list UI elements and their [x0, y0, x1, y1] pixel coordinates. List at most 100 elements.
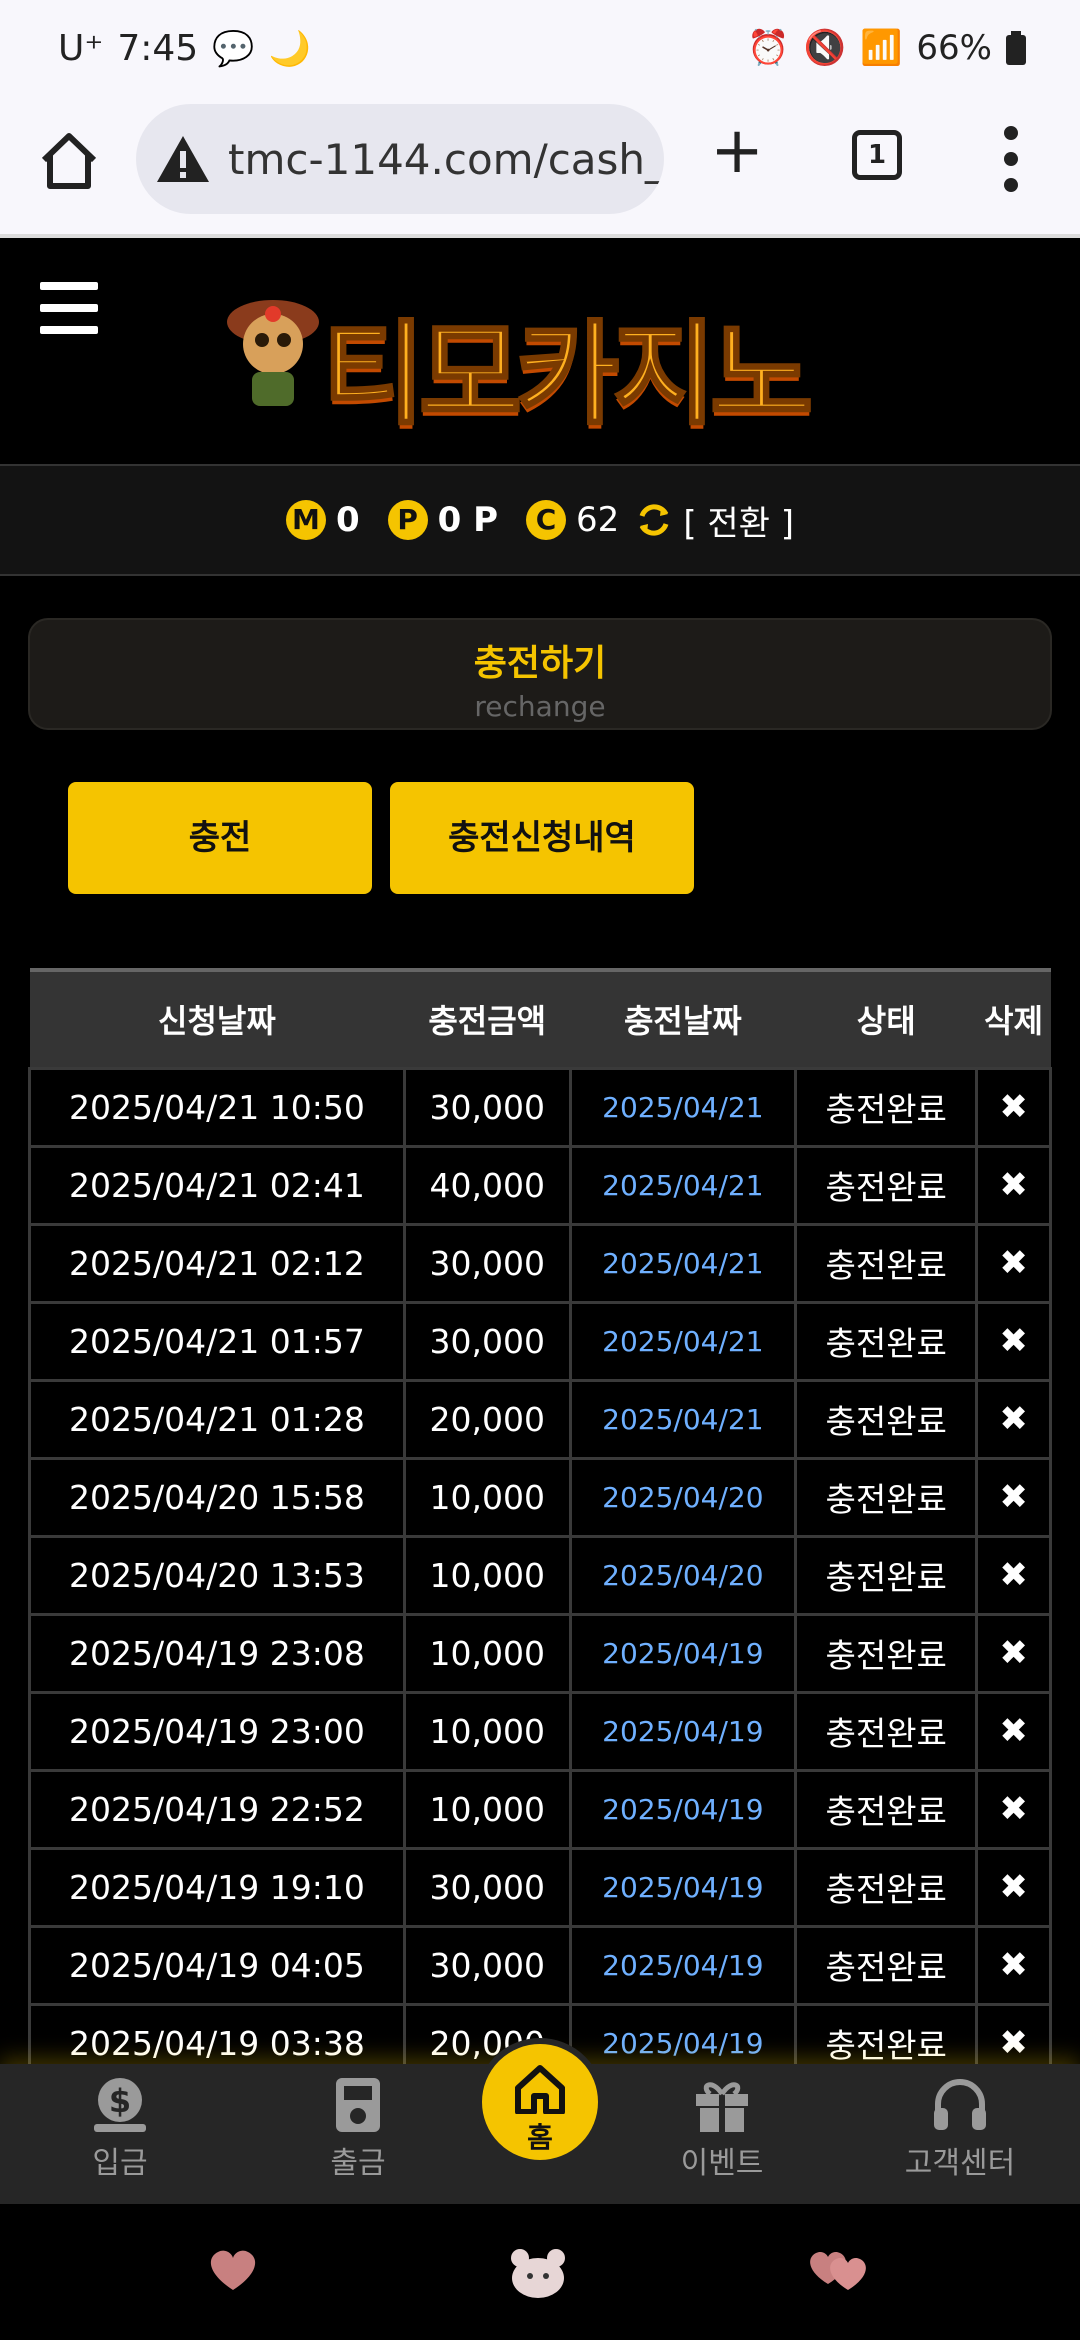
cell-status: 충전완료 — [794, 1378, 979, 1460]
nav-event-label: 이벤트 — [680, 2146, 764, 2181]
delete-icon[interactable]: ✖ — [975, 1690, 1052, 1772]
cell-charge-date: 2025/04/21 — [568, 1144, 798, 1226]
cell-request-date: 2025/04/20 15:58 — [28, 1456, 406, 1538]
cell-status: 충전완료 — [794, 1534, 979, 1616]
cell-charge-date: 2025/04/21 — [568, 1222, 798, 1304]
cell-request-date: 2025/04/19 23:08 — [28, 1612, 406, 1694]
delete-icon[interactable]: ✖ — [975, 1222, 1052, 1304]
header-delete: 삭제 — [976, 968, 1051, 1068]
nav-withdraw-label: 출금 — [330, 2146, 386, 2181]
money-value: 0 — [335, 500, 360, 540]
cell-charge-date: 2025/04/21 — [568, 1300, 798, 1382]
refresh-icon[interactable] — [635, 501, 673, 539]
warning-icon[interactable] — [154, 133, 212, 185]
cell-request-date: 2025/04/19 23:00 — [28, 1690, 406, 1772]
cell-amount: 10,000 — [402, 1534, 572, 1616]
point-value: 0 P — [437, 500, 499, 540]
cell-charge-date: 2025/04/19 — [568, 1924, 798, 2006]
delete-icon[interactable]: ✖ — [975, 1144, 1052, 1226]
cell-charge-date: 2025/04/19 — [568, 1612, 798, 1694]
casino-value: 62 — [576, 500, 620, 540]
delete-icon[interactable]: ✖ — [975, 1924, 1052, 2006]
withdraw-icon — [336, 2078, 380, 2132]
cell-request-date: 2025/04/19 22:52 — [28, 1768, 406, 1850]
logo-wordmark: 티모카지노 — [320, 309, 814, 442]
table-row: 2025/04/19 19:10 30,000 2025/04/19 충전완료 ✖ — [28, 1846, 1052, 1928]
nav-home[interactable]: 홈 — [476, 2038, 604, 2166]
cell-amount: 10,000 — [402, 1768, 572, 1850]
table-row: 2025/04/19 04:05 30,000 2025/04/19 충전완료 ✖ — [28, 1924, 1052, 2006]
cell-charge-date: 2025/04/21 — [568, 1066, 798, 1148]
moon-icon: 🌙 — [268, 28, 311, 69]
cell-status: 충전완료 — [794, 1456, 979, 1538]
clock: 7:45 — [117, 28, 199, 69]
page-title-panel: 충전하기 rechange — [28, 618, 1052, 730]
header-status: 상태 — [795, 968, 977, 1068]
table-row: 2025/04/21 01:28 20,000 2025/04/21 충전완료 ✖ — [28, 1378, 1052, 1460]
table-row: 2025/04/21 01:57 30,000 2025/04/21 충전완료 ✖ — [28, 1300, 1052, 1382]
site-logo[interactable]: 티모카지노 — [218, 282, 838, 442]
delete-icon[interactable]: ✖ — [975, 1612, 1052, 1694]
delete-icon[interactable]: ✖ — [975, 1300, 1052, 1382]
header-charge-date: 충전날짜 — [570, 968, 796, 1068]
url-text[interactable]: tmc-1144.com/cash_ — [228, 135, 664, 184]
charge-history-tab-button[interactable]: 충전신청내역 — [390, 782, 694, 894]
cell-charge-date: 2025/04/21 — [568, 1378, 798, 1460]
status-bar: U⁺ 7:45 💬 🌙 ⏰ 🔇 📶 66% — [0, 0, 1080, 100]
site-header: 티모카지노 — [0, 242, 1080, 464]
delete-icon[interactable]: ✖ — [975, 1066, 1052, 1148]
table-row: 2025/04/21 10:50 30,000 2025/04/21 충전완료 ✖ — [28, 1066, 1052, 1148]
browser-home-icon[interactable] — [36, 128, 102, 194]
mascot-icon — [227, 300, 319, 406]
cell-status: 충전완료 — [794, 1768, 979, 1850]
balance-bar: M 0 P 0 P C 62 [ 전환 ] — [0, 464, 1080, 576]
cell-status: 충전완료 — [794, 1300, 979, 1382]
tab-switcher-button[interactable]: 1 — [852, 130, 902, 180]
bottom-navigation: $ 입금 출금 홈 이벤트 고객센터 — [0, 2038, 1080, 2204]
delete-icon[interactable]: ✖ — [975, 1534, 1052, 1616]
cell-amount: 30,000 — [402, 1222, 572, 1304]
double-heart-icon[interactable] — [804, 2244, 874, 2294]
cell-amount: 10,000 — [402, 1456, 572, 1538]
cell-charge-date: 2025/04/19 — [568, 2002, 798, 2064]
delete-icon[interactable]: ✖ — [975, 1456, 1052, 1538]
cell-request-date: 2025/04/21 02:12 — [28, 1222, 406, 1304]
hamburger-menu-icon[interactable] — [40, 282, 98, 334]
charge-tab-button[interactable]: 충전 — [68, 782, 372, 894]
cell-charge-date: 2025/04/20 — [568, 1534, 798, 1616]
cell-charge-date: 2025/04/19 — [568, 1768, 798, 1850]
nav-deposit-label: 입금 — [92, 2146, 148, 2181]
cell-charge-date: 2025/04/19 — [568, 1846, 798, 1928]
cell-request-date: 2025/04/19 19:10 — [28, 1846, 406, 1928]
address-bar[interactable]: tmc-1144.com/cash_ — [136, 104, 664, 214]
nav-support-label: 고객센터 — [904, 2146, 1016, 2181]
table-header-row: 신청날짜 충전금액 충전날짜 상태 삭제 — [29, 968, 1051, 1068]
nav-withdraw[interactable]: 출금 — [278, 2076, 438, 2182]
charge-history-table: 신청날짜 충전금액 충전날짜 상태 삭제 2025/04/21 10:50 30,… — [28, 968, 1052, 2064]
delete-icon[interactable]: ✖ — [975, 2002, 1052, 2064]
battery-percent: 66% — [916, 28, 992, 68]
svg-text:$: $ — [109, 2082, 131, 2120]
nav-home-label: 홈 — [527, 2121, 553, 2154]
headset-icon — [934, 2079, 986, 2130]
delete-icon[interactable]: ✖ — [975, 1378, 1052, 1460]
bear-face-icon[interactable] — [508, 2244, 568, 2300]
point-balance: P 0 P — [387, 500, 499, 540]
header-request-date: 신청날짜 — [29, 968, 405, 1068]
cell-amount: 10,000 — [402, 1690, 572, 1772]
nav-deposit[interactable]: $ 입금 — [40, 2076, 200, 2182]
cell-amount: 30,000 — [402, 1924, 572, 2006]
alarm-icon: ⏰ — [747, 28, 790, 68]
delete-icon[interactable]: ✖ — [975, 1846, 1052, 1928]
cell-amount: 30,000 — [402, 1066, 572, 1148]
nav-support[interactable]: 고객센터 — [880, 2076, 1040, 2182]
table-row: 2025/04/20 13:53 10,000 2025/04/20 충전완료 ✖ — [28, 1534, 1052, 1616]
cell-amount: 30,000 — [402, 1300, 572, 1382]
switch-button[interactable]: [ 전환 ] — [683, 496, 794, 545]
delete-icon[interactable]: ✖ — [975, 1768, 1052, 1850]
nav-event[interactable]: 이벤트 — [642, 2076, 802, 2182]
browser-menu-button[interactable] — [996, 126, 1026, 192]
cell-request-date: 2025/04/21 02:41 — [28, 1144, 406, 1226]
heart-icon[interactable] — [204, 2244, 262, 2294]
new-tab-button[interactable]: + — [704, 119, 770, 186]
